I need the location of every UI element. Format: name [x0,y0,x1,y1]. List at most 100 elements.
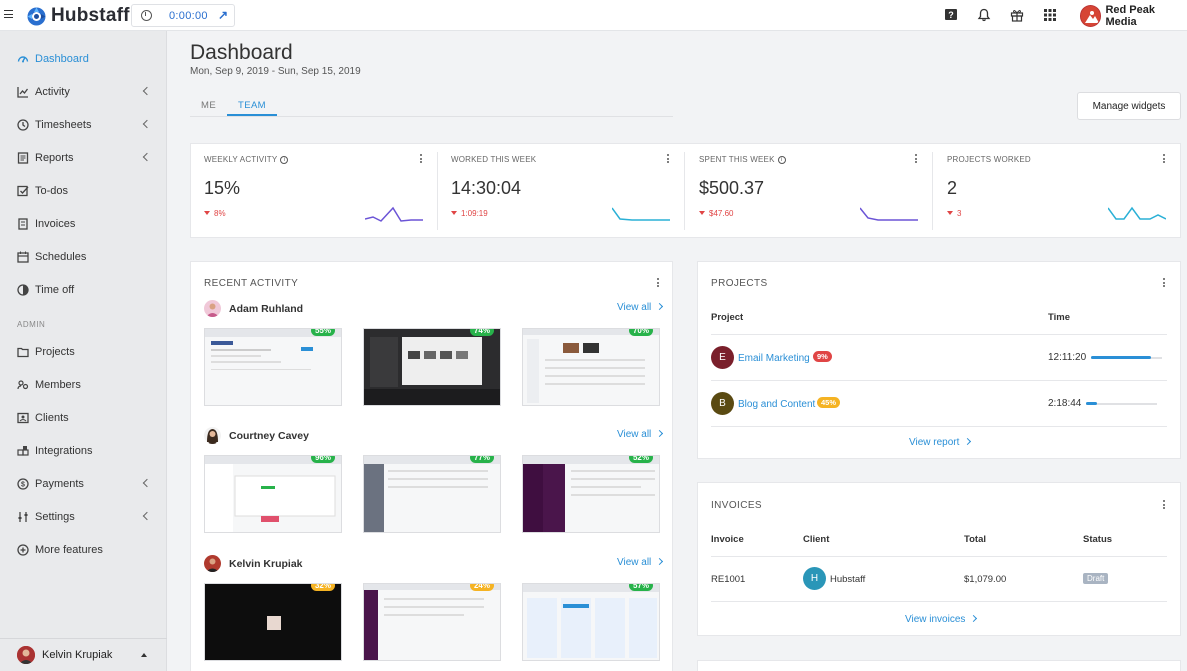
members-icon [17,380,29,390]
project-progress-track [1086,402,1157,405]
stat-value: $500.37 [699,178,765,198]
screenshot-thumbnail[interactable]: 96% [204,455,342,533]
hubstaff-logo-icon [27,7,46,25]
more-options-icon[interactable] [1163,154,1166,165]
notification-bell-icon[interactable] [977,8,991,22]
recent-activity-title: RECENT ACTIVITY [204,278,299,289]
manage-widgets-button[interactable]: Manage widgets [1077,92,1181,120]
chevron-left-icon [142,511,152,521]
stat-value: 2 [947,178,958,198]
tab-team[interactable]: TEAM [238,100,266,111]
activity-percent-badge: 77% [469,456,494,463]
organization-name: Red Peak Media [1105,4,1155,28]
sidebar-item-activity[interactable]: Activity [0,80,167,104]
info-icon[interactable]: i [280,156,289,164]
sidebar-item-label: Dashboard [35,53,89,65]
view-report-link[interactable]: View report [909,437,970,448]
view-invoices-link[interactable]: View invoices [905,614,976,625]
info-icon[interactable]: i [777,156,786,164]
client-name: Hubstaff [830,574,866,585]
project-name-link[interactable]: Email Marketing [738,353,810,364]
more-options-icon[interactable] [915,154,918,165]
stat-label: SPENT THIS WEEK [699,155,775,164]
row-divider [711,334,1167,335]
caret-up-icon [141,653,147,657]
stat-delta: $47.60 [699,209,733,218]
timer-value: 0:00:00 [169,9,208,22]
projects-title: PROJECTS [711,278,768,289]
column-header-time: Time [1048,312,1071,323]
activity-percent-badge: 55% [310,329,335,336]
help-icon[interactable]: ? [944,8,958,22]
organization-avatar [1080,5,1102,27]
sidebar-item-members[interactable]: Members [0,373,167,397]
menu-icon[interactable] [4,10,13,18]
more-options-icon[interactable] [667,154,670,165]
page-title: Dashboard [190,41,293,64]
more-options-icon[interactable] [1163,500,1166,511]
sidebar-item-schedules[interactable]: Schedules [0,245,167,269]
gift-icon[interactable] [1010,8,1024,22]
user-avatar [204,427,221,444]
project-time: 12:11:20 [1048,352,1087,363]
settings-icon [18,512,28,522]
user-name: Kelvin Krupiak [42,649,113,661]
more-options-icon[interactable] [657,278,660,289]
current-user-menu[interactable]: Kelvin Krupiak [0,638,167,671]
sidebar-item-reports[interactable]: Reports [0,146,167,170]
more-options-icon[interactable] [420,154,423,165]
sparkline [860,207,918,221]
project-name-link[interactable]: Blog and Content [738,399,815,410]
open-timer-arrow-icon[interactable]: ↗ [218,8,228,22]
stat-weekly-activity: WEEKLY ACTIVITY i 15% 8% [190,143,437,238]
project-time: 2:18:44 [1048,398,1082,409]
tab-me[interactable]: ME [201,100,216,111]
column-header-invoice: Invoice [711,534,744,545]
sidebar-item-clients[interactable]: Clients [0,406,167,430]
invoices-title: INVOICES [711,500,762,511]
screenshot-thumbnail[interactable]: 32% [204,583,342,661]
organization-switcher[interactable]: Red Peak Media [1080,4,1187,28]
sidebar-item-more-features[interactable]: More features [0,538,167,562]
view-all-link[interactable]: View all [617,302,662,313]
person-name: Kelvin Krupiak [229,557,303,570]
sidebar-item-label: Activity [35,86,70,98]
sidebar-item-integrations[interactable]: Integrations [0,439,167,463]
sidebar-item-settings[interactable]: Settings [0,505,167,529]
invoice-number: RE1001 [711,574,746,585]
sidebar-item-label: Time off [35,284,75,296]
sidebar-item-label: Timesheets [35,119,92,131]
view-all-link[interactable]: View all [617,557,662,568]
sparkline [612,207,670,221]
checkbox-icon [17,185,29,197]
apps-grid-icon[interactable] [1043,8,1057,22]
sidebar-item-label: Settings [35,511,75,523]
screenshot-thumbnail[interactable]: 77% [363,455,501,533]
screenshot-thumbnail[interactable]: 70% [522,328,660,406]
sidebar-item-timesheets[interactable]: Timesheets [0,113,167,137]
sidebar-item-projects[interactable]: Projects [0,340,167,364]
sidebar-item-dashboard[interactable]: Dashboard [0,47,167,71]
sparkline [1108,206,1166,220]
stat-delta: 3 [947,209,961,218]
timer-widget[interactable]: 0:00:00 ↗ [131,4,235,27]
sidebar-item-time-off[interactable]: Time off [0,278,167,302]
screenshot-thumbnail[interactable]: 74% [363,328,501,406]
screenshot-thumbnail[interactable]: 24% [363,583,501,661]
sidebar-item-payments[interactable]: $ Payments [0,472,167,496]
invoice-icon [18,218,28,230]
logo[interactable]: Hubstaff [26,5,130,27]
view-all-link[interactable]: View all [617,429,662,440]
sidebar-item-invoices[interactable]: Invoices [0,212,167,236]
calendar-icon [17,251,29,263]
stat-delta: 8% [204,209,226,218]
screenshot-thumbnail[interactable]: 57% [522,583,660,661]
svg-text:?: ? [948,10,954,20]
admin-section-label: ADMIN [17,320,46,329]
stat-spent-this-week: SPENT THIS WEEK i $500.37 $47.60 [685,143,932,238]
more-options-icon[interactable] [1163,278,1166,289]
sidebar-item-todos[interactable]: To-dos [0,179,167,203]
pie-icon [17,284,29,296]
screenshot-thumbnail[interactable]: 55% [204,328,342,406]
screenshot-thumbnail[interactable]: 52% [522,455,660,533]
